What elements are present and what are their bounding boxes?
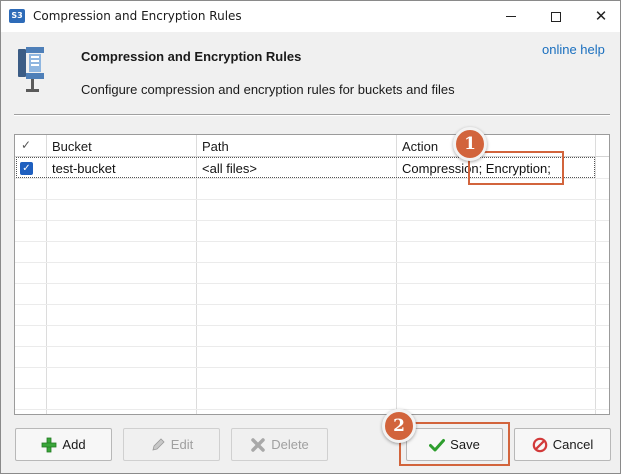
cancel-button[interactable]: Cancel — [514, 428, 611, 461]
compress-clamp-icon — [18, 47, 44, 92]
edit-button[interactable]: Edit — [123, 428, 220, 461]
column-divider — [595, 135, 596, 414]
close-icon: ✕ — [594, 7, 608, 25]
cancel-button-label: Cancel — [552, 437, 594, 452]
grid-line — [15, 304, 609, 305]
add-button[interactable]: Add — [15, 428, 112, 461]
callout-highlight-action — [468, 151, 564, 185]
dialog-header: Compression and Encryption Rules Configu… — [1, 32, 620, 116]
maximize-button[interactable] — [536, 1, 576, 32]
grid-line — [15, 262, 609, 263]
grid-line — [15, 220, 609, 221]
add-button-label: Add — [62, 437, 86, 452]
plus-icon — [41, 437, 57, 453]
cell-path: <all files> — [202, 161, 257, 176]
column-header-action[interactable]: Action — [402, 139, 438, 154]
save-button[interactable]: Save — [406, 428, 503, 461]
grid-line — [15, 199, 609, 200]
check-column-header[interactable]: ✓ — [21, 138, 31, 152]
grid-line — [15, 325, 609, 326]
maximize-icon — [551, 11, 561, 22]
online-help-link[interactable]: online help — [542, 42, 605, 57]
grid-line — [15, 409, 609, 410]
grid-line — [15, 388, 609, 389]
window-title: Compression and Encryption Rules — [33, 9, 242, 23]
delete-button-label: Delete — [271, 437, 309, 452]
rules-dialog: S3 Compression and Encryption Rules ✕ Co… — [0, 0, 621, 474]
save-button-label: Save — [450, 437, 480, 452]
checkmark-icon: ✓ — [22, 163, 31, 174]
header-title: Compression and Encryption Rules — [81, 49, 302, 64]
app-icon: S3 — [9, 9, 25, 23]
grid-line — [15, 367, 609, 368]
close-button[interactable]: ✕ — [581, 1, 620, 32]
cell-bucket: test-bucket — [52, 161, 116, 176]
callout-badge-2: 2 — [382, 409, 416, 443]
callout-badge-1: 1 — [453, 127, 487, 161]
grid-line — [15, 283, 609, 284]
title-bar: S3 Compression and Encryption Rules ✕ — [1, 1, 620, 32]
delete-x-icon — [250, 437, 266, 453]
row-checkbox[interactable]: ✓ — [20, 162, 33, 175]
minimize-icon — [506, 16, 516, 17]
header-description: Configure compression and encryption rul… — [81, 82, 455, 97]
pencil-icon — [150, 437, 166, 453]
checkmark-icon — [429, 437, 446, 453]
column-header-path[interactable]: Path — [202, 139, 229, 154]
column-header-bucket[interactable]: Bucket — [52, 139, 92, 154]
header-divider — [14, 114, 610, 116]
edit-button-label: Edit — [170, 437, 194, 452]
grid-line — [15, 241, 609, 242]
grid-line — [15, 346, 609, 347]
cancel-icon — [532, 437, 548, 453]
minimize-button[interactable] — [491, 1, 531, 32]
delete-button[interactable]: Delete — [231, 428, 328, 461]
